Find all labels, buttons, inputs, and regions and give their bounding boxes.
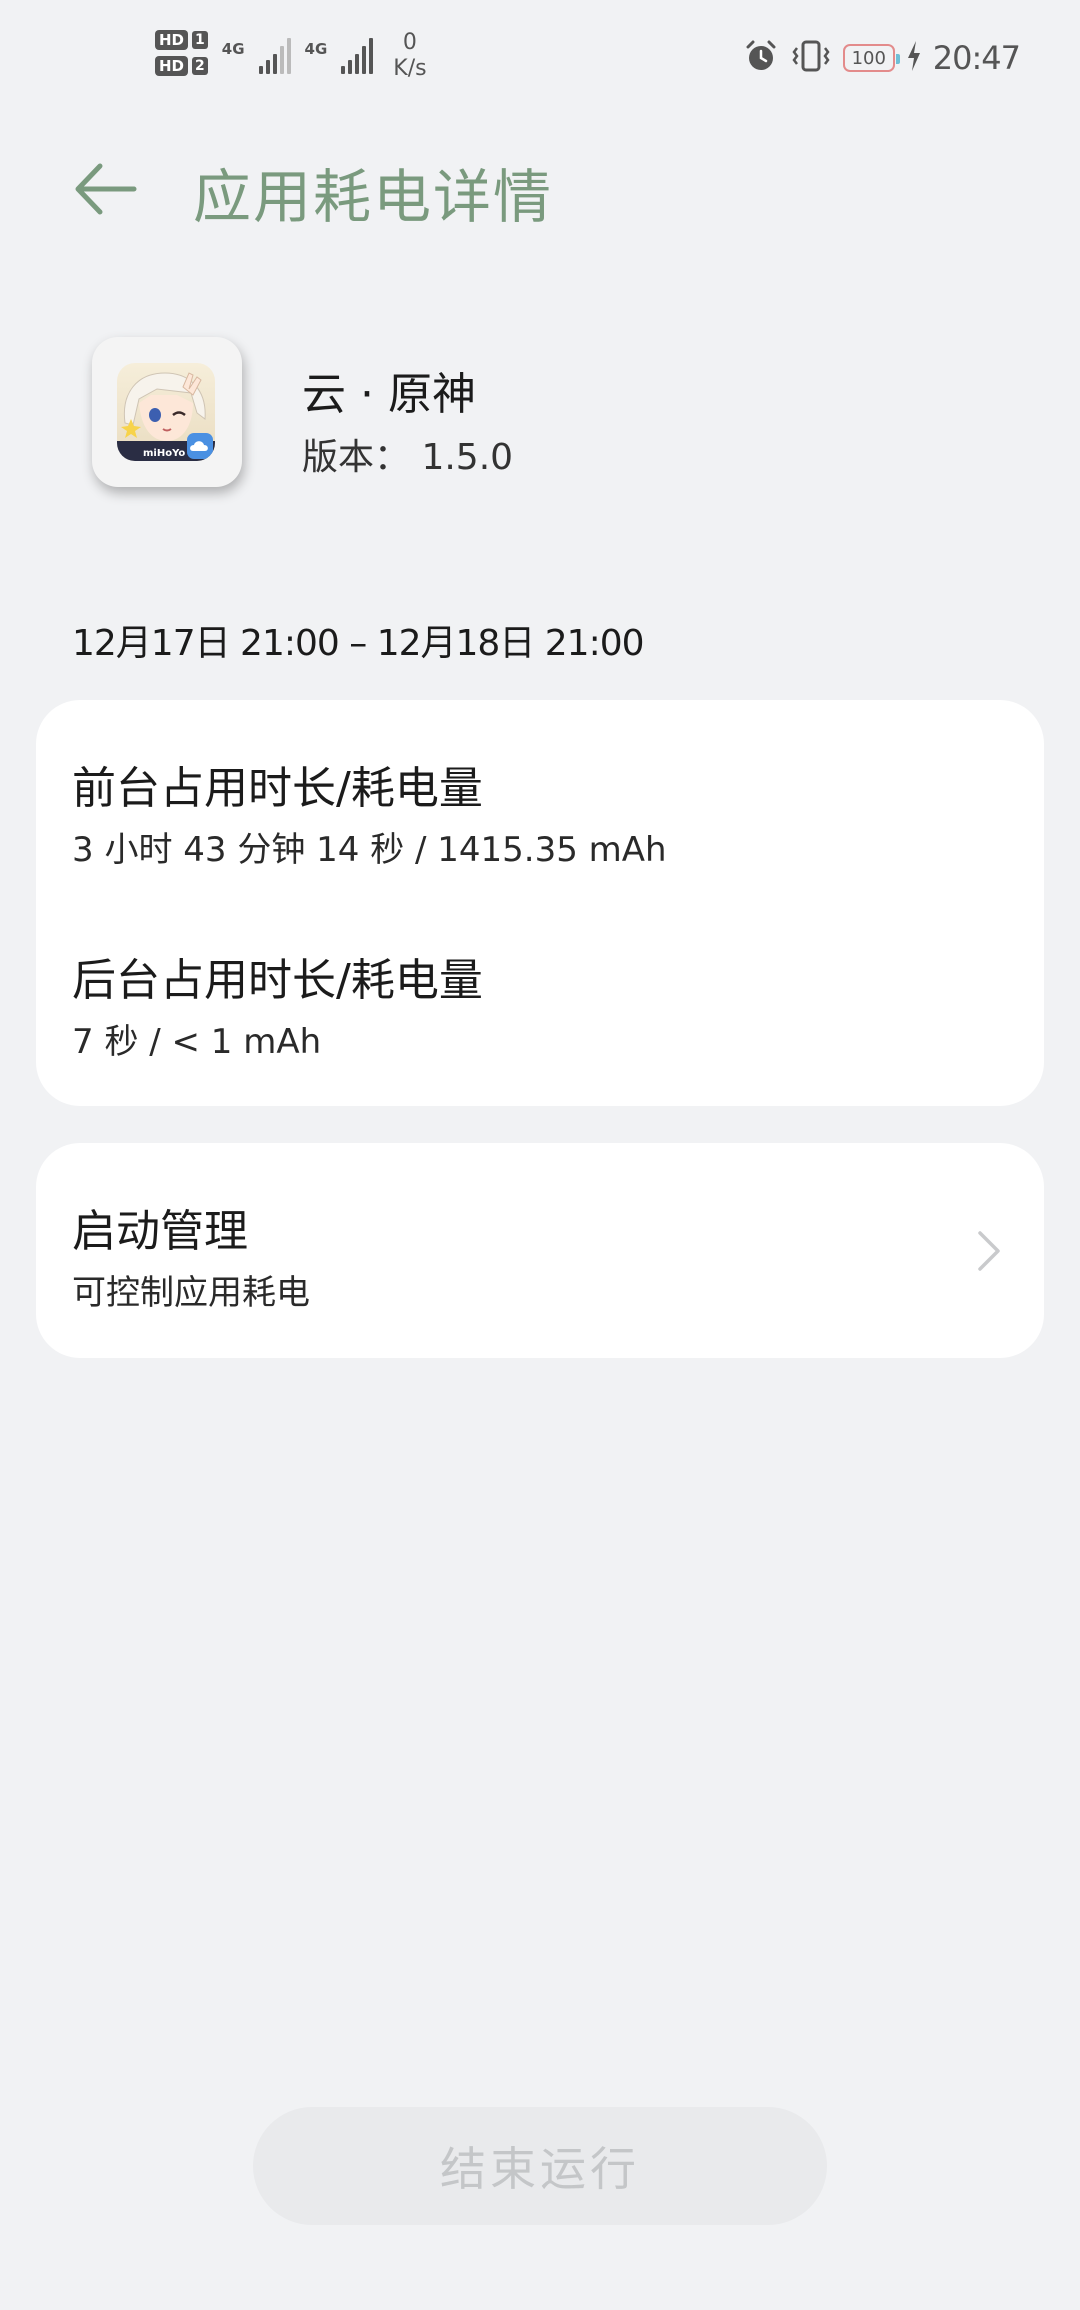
back-button[interactable]	[70, 154, 140, 224]
vibrate-icon	[789, 38, 833, 78]
launch-management-subtitle: 可控制应用耗电	[72, 1273, 310, 1313]
hd-sim1: HD 1	[155, 30, 208, 50]
usage-card: 前台占用时长/耗电量 3 小时 43 分钟 14 秒 / 1415.35 mAh…	[36, 700, 1044, 1106]
signal-icon-1	[258, 34, 291, 74]
end-process-button[interactable]: 结束运行	[253, 2107, 827, 2225]
charging-icon	[905, 39, 923, 77]
app-icon-brand: miHoYo	[143, 448, 185, 459]
hd-indicators: HD 1 HD 2	[155, 30, 208, 76]
alarm-icon	[743, 38, 779, 78]
launch-management-item[interactable]: 启动管理 可控制应用耗电	[36, 1143, 1044, 1358]
app-name: 云 · 原神	[302, 369, 476, 420]
chevron-right-icon	[978, 1231, 1000, 1271]
foreground-usage-title: 前台占用时长/耗电量	[72, 763, 483, 814]
page-title: 应用耗电详情	[193, 163, 554, 231]
battery-icon: 100	[842, 44, 900, 72]
status-time: 20:47	[932, 39, 1021, 77]
hd-badge-2: HD	[155, 56, 189, 76]
network-speed: 0 K/s	[393, 30, 426, 82]
sim-1-number: 1	[192, 31, 208, 49]
status-left: HD 1 HD 2 4G 4G 0 K/s	[155, 30, 427, 82]
network-speed-unit: K/s	[393, 56, 427, 81]
network-speed-value: 0	[402, 30, 417, 55]
app-icon: miHoYo	[117, 363, 215, 461]
date-range: 12月17日 21:00 – 12月18日 21:00	[72, 623, 645, 664]
foreground-usage-value: 3 小时 43 分钟 14 秒 / 1415.35 mAh	[72, 830, 667, 870]
background-usage-value: 7 秒 / < 1 mAh	[72, 1022, 322, 1062]
status-bar: HD 1 HD 2 4G 4G 0 K/s 100 20:47	[0, 0, 1080, 120]
background-usage-title: 后台占用时长/耗电量	[72, 955, 483, 1006]
sim-2-number: 2	[192, 57, 208, 75]
launch-management-title: 启动管理	[72, 1206, 248, 1257]
app-icon-frame: miHoYo	[92, 337, 242, 487]
back-arrow-icon	[75, 163, 137, 215]
network-type-2: 4G	[304, 40, 328, 58]
hd-badge-1: HD	[155, 30, 189, 50]
network-type-1: 4G	[221, 40, 245, 58]
battery-level: 100	[851, 47, 886, 69]
header: 应用耗电详情	[0, 130, 1080, 250]
status-right: 100 20:47	[743, 38, 1021, 78]
hd-sim2: HD 2	[155, 56, 208, 76]
app-version: 版本： 1.5.0	[302, 437, 514, 478]
signal-icon-2	[341, 34, 374, 74]
